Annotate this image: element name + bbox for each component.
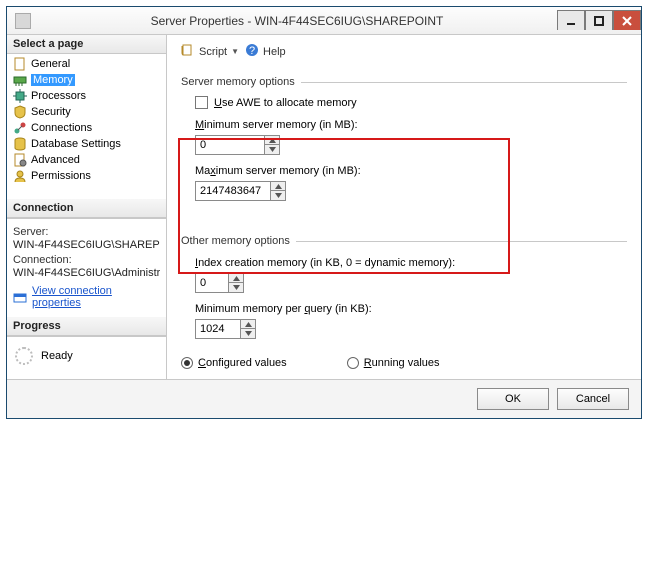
radio-dot-icon bbox=[181, 357, 193, 369]
help-label: Help bbox=[263, 46, 286, 58]
sidebar-page-label: Security bbox=[31, 106, 71, 118]
index-memory-input[interactable] bbox=[195, 273, 229, 293]
other-memory-group-label: Other memory options bbox=[181, 235, 290, 247]
awe-label: Use AWE to allocate memory bbox=[214, 97, 357, 109]
min-memory-down-button[interactable] bbox=[265, 145, 280, 155]
link-icon bbox=[13, 290, 27, 304]
select-page-header: Select a page bbox=[7, 35, 166, 54]
dialog-footer: OK Cancel bbox=[7, 379, 641, 418]
memory-icon bbox=[13, 73, 27, 87]
server-memory-group-label: Server memory options bbox=[181, 76, 295, 88]
configured-values-radio[interactable]: Configured values bbox=[181, 357, 287, 369]
sidebar-page-security[interactable]: Security bbox=[7, 104, 166, 120]
database-icon bbox=[13, 137, 27, 151]
connection-label: Connection: bbox=[13, 254, 160, 266]
app-icon bbox=[15, 13, 31, 29]
min-query-memory-label: Minimum memory per query (in KB): bbox=[195, 303, 627, 315]
connection-header: Connection bbox=[7, 199, 166, 218]
processors-icon bbox=[13, 89, 27, 103]
sidebar-page-connections[interactable]: Connections bbox=[7, 120, 166, 136]
sidebar-page-memory[interactable]: Memory bbox=[7, 72, 166, 88]
server-memory-group: Server memory options bbox=[181, 76, 627, 88]
left-panel: Select a page General Memory Processors Sec… bbox=[7, 35, 167, 379]
progress-status: Ready bbox=[41, 350, 73, 362]
sidebar-page-permissions[interactable]: Permissions bbox=[7, 168, 166, 184]
sidebar-page-processors[interactable]: Processors bbox=[7, 88, 166, 104]
content-panel: Script ▼ ? Help Server memory options Us… bbox=[167, 35, 641, 379]
connection-panel: Server: WIN-4F44SEC6IUG\SHAREPOIN Connec… bbox=[7, 218, 166, 317]
min-query-memory-input[interactable] bbox=[195, 319, 241, 339]
min-query-up-button[interactable] bbox=[241, 319, 256, 329]
maximize-button[interactable] bbox=[585, 10, 613, 30]
svg-text:?: ? bbox=[249, 45, 255, 57]
security-icon bbox=[13, 105, 27, 119]
max-memory-down-button[interactable] bbox=[271, 191, 286, 201]
radio-dot-icon bbox=[347, 357, 359, 369]
min-memory-input[interactable] bbox=[195, 135, 265, 155]
script-label: Script bbox=[199, 46, 227, 58]
progress-panel: Ready bbox=[7, 336, 166, 379]
max-memory-label: Maximum server memory (in MB): bbox=[195, 165, 627, 177]
sidebar-page-label: Memory bbox=[31, 74, 75, 86]
connections-icon bbox=[13, 121, 27, 135]
permissions-icon bbox=[13, 169, 27, 183]
min-memory-up-button[interactable] bbox=[265, 135, 280, 145]
awe-checkbox[interactable] bbox=[195, 96, 208, 109]
index-memory-down-button[interactable] bbox=[229, 283, 244, 293]
advanced-icon bbox=[13, 153, 27, 167]
server-properties-window: Server Properties - WIN-4F44SEC6IUG\SHAR… bbox=[6, 6, 642, 419]
running-values-label: Running values bbox=[364, 357, 440, 369]
titlebar[interactable]: Server Properties - WIN-4F44SEC6IUG\SHAR… bbox=[7, 7, 641, 35]
view-connection-properties-link[interactable]: View connection properties bbox=[32, 285, 160, 309]
progress-header: Progress bbox=[7, 317, 166, 336]
index-memory-label: Index creation memory (in KB, 0 = dynami… bbox=[195, 257, 627, 269]
sidebar-page-label: General bbox=[31, 58, 70, 70]
page-list: General Memory Processors Security Connectio… bbox=[7, 54, 166, 188]
page-icon bbox=[13, 57, 27, 71]
dropdown-caret-icon: ▼ bbox=[231, 47, 239, 56]
server-label: Server: bbox=[13, 226, 160, 238]
index-memory-up-button[interactable] bbox=[229, 273, 244, 283]
cancel-button[interactable]: Cancel bbox=[557, 388, 629, 410]
max-memory-up-button[interactable] bbox=[271, 181, 286, 191]
max-memory-input[interactable] bbox=[195, 181, 271, 201]
sidebar-page-advanced[interactable]: Advanced bbox=[7, 152, 166, 168]
min-memory-label: Minimum server memory (in MB): bbox=[195, 119, 627, 131]
script-icon bbox=[181, 43, 195, 60]
sidebar-page-label: Connections bbox=[31, 122, 92, 134]
minimize-button[interactable] bbox=[557, 10, 585, 30]
sidebar-page-general[interactable]: General bbox=[7, 56, 166, 72]
running-values-radio[interactable]: Running values bbox=[347, 357, 440, 369]
sidebar-page-label: Permissions bbox=[31, 170, 91, 182]
configured-values-label: Configured values bbox=[198, 357, 287, 369]
help-button[interactable]: ? Help bbox=[245, 43, 286, 60]
sidebar-page-label: Processors bbox=[31, 90, 86, 102]
sidebar-page-label: Advanced bbox=[31, 154, 80, 166]
other-memory-group: Other memory options bbox=[181, 235, 627, 247]
ok-button[interactable]: OK bbox=[477, 388, 549, 410]
script-button[interactable]: Script ▼ bbox=[181, 43, 239, 60]
progress-spinner-icon bbox=[15, 347, 33, 365]
close-button[interactable] bbox=[613, 10, 641, 30]
help-icon: ? bbox=[245, 43, 259, 60]
sidebar-page-database-settings[interactable]: Database Settings bbox=[7, 136, 166, 152]
toolbar: Script ▼ ? Help bbox=[181, 43, 627, 66]
min-query-down-button[interactable] bbox=[241, 329, 256, 339]
window-title: Server Properties - WIN-4F44SEC6IUG\SHAR… bbox=[37, 14, 557, 28]
server-value: WIN-4F44SEC6IUG\SHAREPOIN bbox=[13, 239, 160, 251]
connection-value: WIN-4F44SEC6IUG\Administrator bbox=[13, 267, 160, 279]
sidebar-page-label: Database Settings bbox=[31, 138, 121, 150]
